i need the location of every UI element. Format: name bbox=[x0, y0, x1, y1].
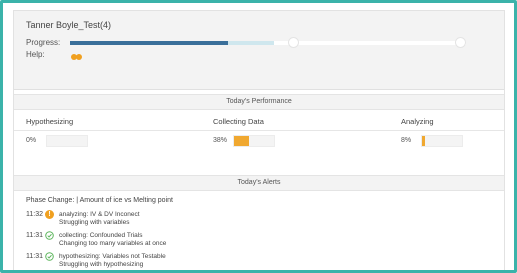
column-title-analyzing: Analyzing bbox=[401, 117, 434, 126]
phase-change-text: Phase Change: | Amount of ice vs Melting… bbox=[26, 197, 173, 204]
metric-hypothesizing: 0% bbox=[26, 135, 96, 147]
metric-bar bbox=[233, 135, 275, 147]
alert-title: analyzing: IV & DV Inconect bbox=[59, 211, 140, 218]
alert-time: 11:31 bbox=[26, 232, 43, 239]
alerts-header: Today's Alerts bbox=[14, 175, 504, 191]
metric-percent: 0% bbox=[26, 137, 37, 144]
alert-title: hypothesizing: Variables not Testable bbox=[59, 253, 166, 260]
alerts-list: Phase Change: | Amount of ice vs Melting… bbox=[14, 194, 504, 270]
alert-time: 11:31 bbox=[26, 253, 43, 260]
column-title-hypothesizing: Hypothesizing bbox=[26, 117, 74, 126]
metric-percent: 38% bbox=[213, 137, 228, 144]
progress-bar-fill bbox=[70, 41, 228, 45]
alert-title: collecting: Confounded Trials bbox=[59, 232, 143, 239]
help-dot bbox=[76, 54, 82, 60]
check-circle-icon bbox=[45, 231, 54, 240]
metric-bar-fill bbox=[234, 136, 250, 146]
performance-header: Today's Performance bbox=[14, 94, 504, 110]
alert-detail: Struggling with variables bbox=[59, 219, 130, 226]
alert-detail: Struggling with hypothesizing bbox=[59, 261, 144, 268]
metric-percent: 8% bbox=[401, 137, 412, 144]
progress-bar-remaining bbox=[228, 41, 274, 45]
warning-icon: ! bbox=[45, 210, 54, 219]
dashboard-frame: Tanner Boyle_Test(4) Progress: Help: Tod… bbox=[0, 0, 517, 273]
column-divider bbox=[14, 130, 504, 131]
metric-analyzing: 8% bbox=[401, 135, 471, 147]
student-summary: Tanner Boyle_Test(4) Progress: Help: bbox=[14, 11, 504, 90]
metric-bar bbox=[421, 135, 463, 147]
progress-bar bbox=[70, 37, 466, 48]
student-card: Tanner Boyle_Test(4) Progress: Help: Tod… bbox=[13, 10, 505, 270]
alert-detail: Changing too many variables at once bbox=[59, 240, 167, 247]
column-title-collecting-data: Collecting Data bbox=[213, 117, 264, 126]
alert-time: 11:32 bbox=[26, 211, 43, 218]
progress-checkpoint-marker bbox=[288, 37, 299, 48]
metric-collecting-data: 38% bbox=[213, 135, 283, 147]
help-label: Help: bbox=[26, 50, 45, 59]
progress-end-marker bbox=[455, 37, 466, 48]
metric-bar bbox=[46, 135, 88, 147]
help-indicator bbox=[71, 54, 85, 60]
progress-label: Progress: bbox=[26, 38, 61, 47]
student-name[interactable]: Tanner Boyle_Test(4) bbox=[26, 20, 111, 30]
check-circle-icon bbox=[45, 252, 54, 261]
metric-bar-fill bbox=[422, 136, 426, 146]
